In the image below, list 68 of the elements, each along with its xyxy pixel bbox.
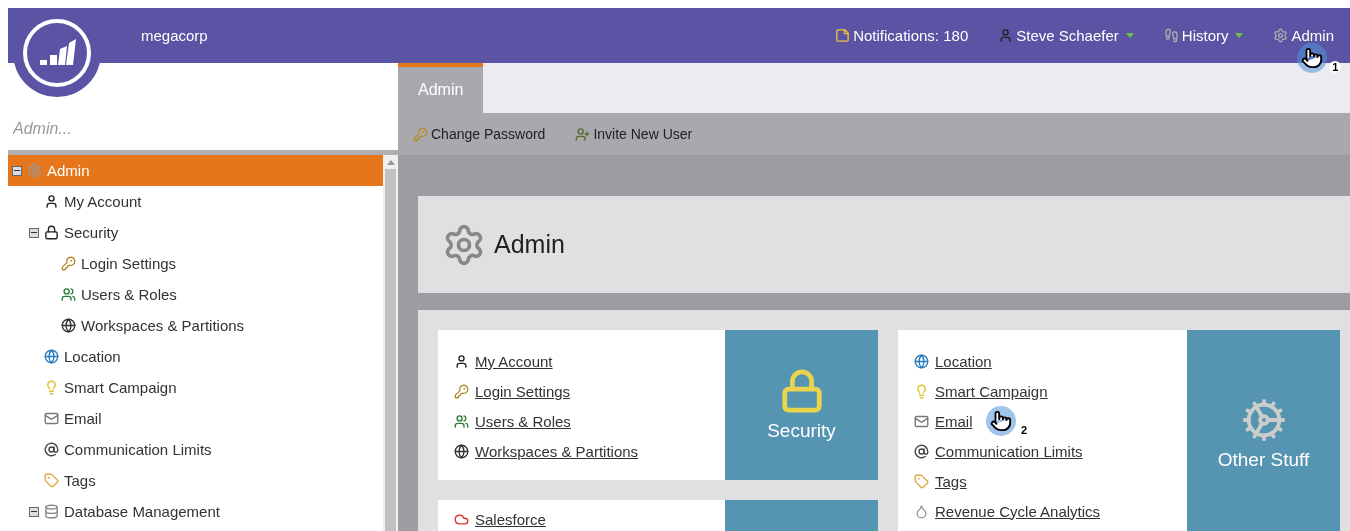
page-title: Admin — [494, 230, 565, 259]
toolbar-button[interactable]: Change Password — [413, 126, 546, 142]
people-icon — [454, 413, 469, 429]
header-menu-item[interactable]: Steve Schaefer — [998, 27, 1134, 44]
globe-icon — [914, 353, 929, 369]
keys-icon — [413, 126, 428, 142]
step-number: 1 — [1329, 61, 1342, 73]
dropdown-caret-icon — [1235, 33, 1244, 38]
tree-item[interactable]: Database Management — [8, 496, 383, 527]
admin-link[interactable]: My Account — [475, 352, 553, 370]
admin-link[interactable]: Users & Roles — [475, 412, 571, 430]
lightbulb-icon — [44, 380, 59, 395]
collapse-toggle[interactable] — [29, 227, 39, 238]
section-title: Other Stuff — [1217, 449, 1310, 471]
collapse-toggle[interactable] — [29, 506, 39, 517]
tag-icon — [44, 473, 59, 488]
droplet-icon — [914, 503, 929, 519]
person-icon — [44, 194, 59, 209]
keys-icon — [454, 383, 469, 399]
gear-icon — [27, 163, 42, 178]
tree-item[interactable]: Login Settings — [8, 248, 383, 279]
tree-item[interactable]: Workspaces & Partitions — [8, 310, 383, 341]
header-menu-item[interactable]: History — [1163, 27, 1244, 44]
header-menu-item[interactable]: Admin — [1273, 27, 1334, 44]
lightbulb-icon — [914, 383, 929, 399]
admin-link[interactable]: Login Settings — [475, 382, 571, 400]
admin-link[interactable]: Smart Campaign — [935, 382, 1048, 400]
section-title: Security — [767, 420, 836, 442]
person-add-icon — [575, 126, 591, 142]
tree-item[interactable]: Tags — [8, 465, 383, 496]
tree-item[interactable]: My Account — [8, 186, 383, 217]
header-menu-item[interactable]: Notifications: 180 — [835, 27, 969, 44]
dropdown-caret-icon — [1125, 33, 1134, 38]
tree-item[interactable]: Communication Limits — [8, 434, 383, 465]
collapse-toggle[interactable] — [12, 165, 22, 176]
at-sign-icon — [914, 443, 929, 459]
admin-link[interactable]: Salesforce — [475, 510, 546, 528]
tree-item[interactable]: Users & Roles — [8, 279, 383, 310]
toolbar-button[interactable]: Invite New User — [575, 126, 693, 142]
admin-link[interactable]: Location — [935, 352, 992, 370]
globe-icon — [454, 443, 469, 459]
admin-link[interactable]: Communication Limits — [935, 442, 1083, 460]
admin-link[interactable]: Email — [935, 412, 973, 430]
at-sign-icon — [44, 442, 59, 457]
cloud-icon — [454, 511, 469, 527]
lock-icon — [44, 225, 59, 240]
footprints-icon — [1163, 28, 1179, 43]
scrollbar[interactable] — [383, 155, 398, 531]
globe-icon — [61, 318, 76, 333]
database-icon — [44, 504, 59, 519]
company-name: megacorp — [141, 27, 208, 44]
keys-icon — [61, 256, 76, 271]
person-icon — [454, 353, 469, 369]
tag-icon — [914, 473, 929, 489]
admin-link[interactable]: Tags — [935, 472, 967, 490]
tree-item[interactable]: Smart Campaign — [8, 372, 383, 403]
people-icon — [61, 287, 76, 302]
admin-link[interactable]: Workspaces & Partitions — [475, 442, 639, 460]
person-icon — [998, 28, 1014, 43]
tree-item[interactable]: Email — [8, 403, 383, 434]
gear-icon — [1273, 28, 1289, 43]
tree-item[interactable]: Security — [8, 217, 383, 248]
envelope-icon — [44, 411, 59, 426]
note-icon — [835, 28, 851, 43]
envelope-icon — [914, 413, 929, 429]
tree-item[interactable]: Location — [8, 341, 383, 372]
admin-link[interactable]: Revenue Cycle Analytics — [935, 502, 1101, 520]
globe-icon — [44, 349, 59, 364]
